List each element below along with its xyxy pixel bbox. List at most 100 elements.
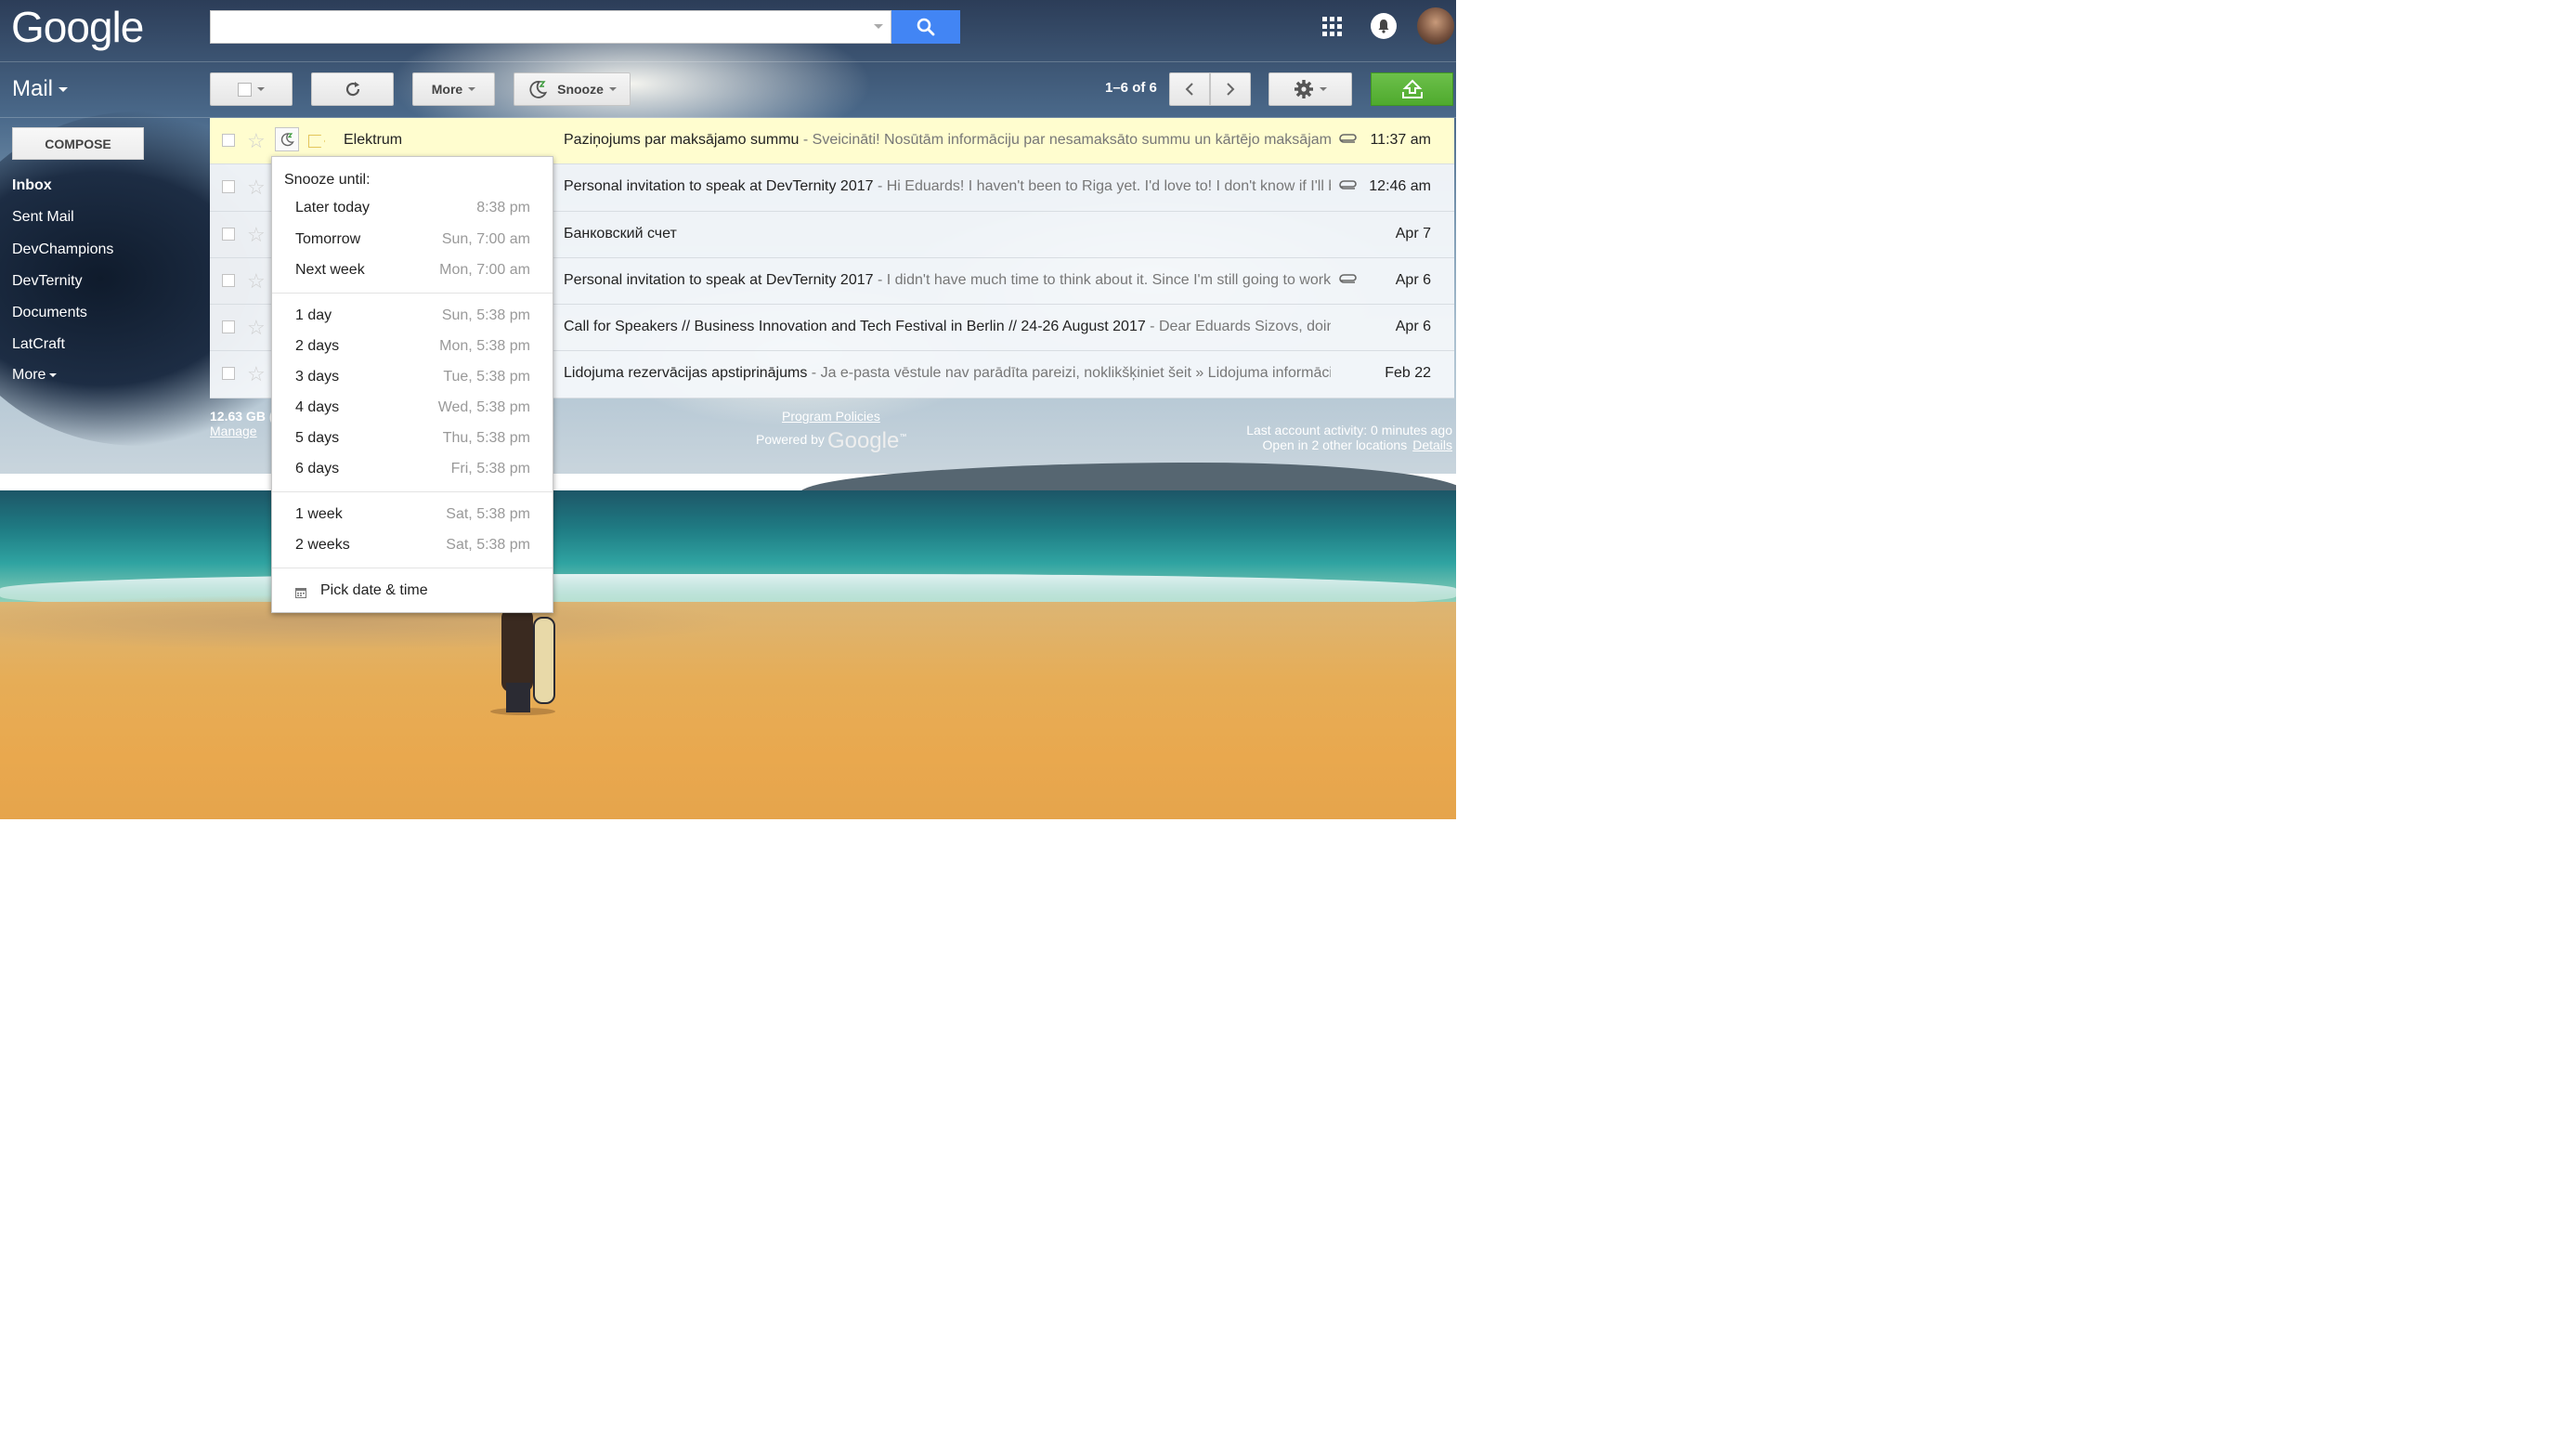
more-actions-label: More [431,82,463,97]
snooze-option-6-days[interactable]: 6 days Fri, 5:38 pm [272,456,553,484]
search-icon [917,18,935,36]
sidebar-item-more[interactable]: More [12,367,58,384]
search-input[interactable] [216,11,870,43]
refresh-button[interactable] [311,72,394,106]
paperclip-icon [1338,177,1359,201]
menu-divider [272,293,553,294]
older-button[interactable] [1210,72,1251,106]
more-actions-button[interactable]: More [412,72,495,106]
program-policies-link[interactable]: Program Policies [782,409,880,424]
upload-tray-icon [1401,79,1423,98]
sidebar-item-sent-mail[interactable]: Sent Mail [12,209,74,226]
select-all-button[interactable] [210,72,293,106]
checkbox-icon[interactable] [238,82,252,97]
mail-menu[interactable]: Mail [12,76,69,102]
snooze-option-label: 2 days [295,338,340,354]
settings-button[interactable] [1268,72,1352,106]
row-checkbox[interactable] [222,320,235,334]
chevron-down-icon [1320,87,1327,91]
sidebar-more-label: More [12,367,46,383]
email-snippet: - I didn't have much time to think about… [873,271,1331,288]
snooze-option-time: Sun, 7:00 am [441,231,530,247]
snooze-option-pick-date[interactable]: Pick date & time [272,578,553,606]
email-snippet: - Dear Eduards Sizovs, doin [1145,319,1331,335]
newer-button[interactable] [1169,72,1210,106]
sidebar-item-devternity[interactable]: DevTernity [12,273,83,290]
sidebar-item-documents[interactable]: Documents [12,305,87,321]
upload-button[interactable] [1371,72,1453,106]
compose-button[interactable]: COMPOSE [12,127,144,160]
email-subject: Personal invitation to speak at DevTerni… [564,178,874,195]
snooze-option-1-day[interactable]: 1 day Sun, 5:38 pm [272,303,553,331]
notifications-bell-icon[interactable] [1371,13,1397,39]
row-checkbox[interactable] [222,134,235,147]
snooze-option-tomorrow[interactable]: Tomorrow Sun, 7:00 am [272,227,553,255]
paperclip-icon [1338,131,1359,154]
row-checkbox[interactable] [222,180,235,194]
search-options-icon[interactable] [874,24,883,29]
email-snippet: - Sveicināti! Nosūtām informāciju par ne… [799,132,1331,148]
snooze-option-label: 1 week [295,506,343,522]
star-icon[interactable]: ☆ [247,176,266,200]
star-icon[interactable]: ☆ [247,362,266,386]
star-icon[interactable]: ☆ [247,316,266,340]
snooze-option-time: 8:38 pm [476,200,530,215]
email-date: Apr 6 [1395,319,1431,335]
last-activity-text: Last account activity: 0 minutes ago [1246,423,1452,437]
sidebar-item-inbox[interactable]: Inbox [12,177,52,194]
snooze-option-3-days[interactable]: 3 days Tue, 5:38 pm [272,364,553,392]
sidebar-item-devchampions[interactable]: DevChampions [12,242,113,258]
snooze-option-next-week[interactable]: Next week Mon, 7:00 am [272,257,553,285]
snooze-option-label: Next week [295,262,365,278]
importance-marker-icon[interactable] [308,135,325,148]
trademark-symbol: ™ [899,432,907,441]
calendar-icon [295,586,306,603]
snooze-label: Snooze [557,82,604,97]
pager-count: 1–6 of 6 [1105,80,1157,96]
snooze-option-time: Tue, 5:38 pm [443,369,530,385]
sidebar-item-latcraft[interactable]: LatCraft [12,336,65,353]
apps-grid-icon[interactable] [1319,13,1347,41]
pick-date-time-label: Pick date & time [320,582,428,598]
snooze-option-label: 5 days [295,430,340,446]
snooze-option-time: Fri, 5:38 pm [450,461,530,476]
snooze-option-label: 4 days [295,399,340,415]
snooze-option-label: 2 weeks [295,537,350,553]
snooze-option-2-weeks[interactable]: 2 weeks Sat, 5:38 pm [272,532,553,560]
snooze-option-1-week[interactable]: 1 week Sat, 5:38 pm [272,502,553,529]
google-footer-logo: Google [826,428,900,453]
email-subject: Lidojuma rezervācijas apstiprinājums [564,365,808,382]
mail-label: Mail [12,76,54,101]
manage-storage-link[interactable]: Manage [210,424,257,438]
chevron-down-icon [257,87,265,91]
search-button[interactable] [891,10,960,44]
row-snooze-icon[interactable] [275,127,299,151]
row-checkbox[interactable] [222,273,235,287]
snooze-option-5-days[interactable]: 5 days Thu, 5:38 pm [272,425,553,453]
refresh-icon [345,82,359,97]
chevron-down-icon [49,372,58,377]
snooze-option-2-days[interactable]: 2 days Mon, 5:38 pm [272,333,553,361]
snooze-option-4-days[interactable]: 4 days Wed, 5:38 pm [272,395,553,423]
search-box[interactable] [210,10,891,44]
snooze-option-label: Tomorrow [295,231,361,247]
row-checkbox[interactable] [222,227,235,241]
email-date: 11:37 am [1370,132,1431,148]
google-logo[interactable]: Google [11,2,144,52]
email-date: Apr 7 [1395,225,1431,242]
snooze-button[interactable]: Snooze [514,72,631,106]
chevron-down-icon [608,87,617,91]
details-link[interactable]: Details [1412,437,1452,452]
star-icon[interactable]: ☆ [247,129,266,153]
snooze-option-label: 3 days [295,369,340,385]
avatar[interactable] [1417,7,1454,45]
star-icon[interactable]: ☆ [247,223,266,247]
open-locations-text: Open in 2 other locations [1262,437,1408,452]
powered-by-google: Powered by Google™ [756,428,906,454]
snooze-option-later-today[interactable]: Later today 8:38 pm [272,195,553,223]
snooze-option-time: Sun, 5:38 pm [441,307,530,323]
snooze-option-time: Wed, 5:38 pm [437,399,530,415]
star-icon[interactable]: ☆ [247,269,266,294]
powered-by-label: Powered by [756,432,825,447]
row-checkbox[interactable] [222,367,235,381]
